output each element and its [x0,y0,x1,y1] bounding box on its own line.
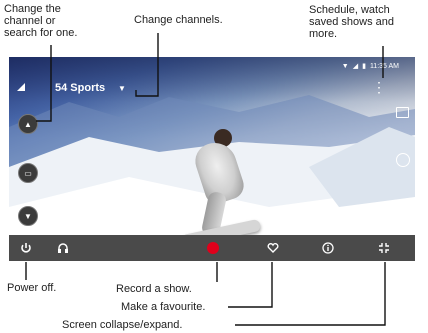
callout-leader-lines [25,33,386,326]
